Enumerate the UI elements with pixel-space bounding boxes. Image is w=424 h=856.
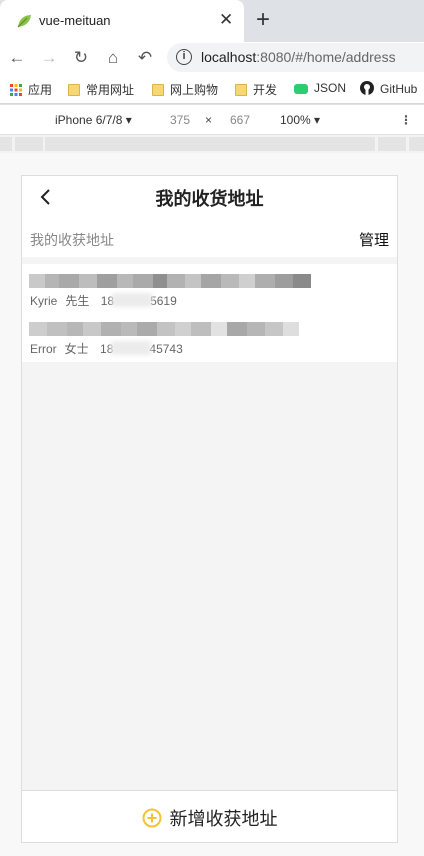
home-icon[interactable]: ⌂ — [102, 47, 124, 69]
folder-icon — [68, 84, 80, 96]
phone-redacted — [111, 341, 152, 355]
device-height[interactable]: 667 — [230, 113, 250, 127]
device-select[interactable]: iPhone 6/7/8 ▾ — [55, 113, 132, 127]
tab-title: vue-meituan — [39, 13, 111, 28]
bookmark-folder-common[interactable]: 常用网址 — [68, 81, 134, 98]
browser-toolbar: ← → ↻ ⌂ ↶ i localhost:8080/#/home/addres… — [0, 42, 424, 74]
close-icon[interactable]: ✕ — [219, 10, 233, 30]
add-address-button[interactable]: 新增收获地址 — [22, 805, 397, 831]
bookmark-label: 常用网址 — [86, 83, 135, 97]
url-path: :8080/#/home/address — [256, 49, 396, 65]
section-header: 我的收获地址 管理 — [22, 221, 397, 257]
reload-icon[interactable]: ↻ — [70, 47, 92, 69]
address-item[interactable]: Error 女士 18 45743 — [22, 312, 397, 360]
zoom-select[interactable]: 100% ▾ — [280, 113, 320, 127]
section-label: 我的收获地址 — [30, 232, 114, 248]
ruler-segment[interactable] — [45, 137, 375, 151]
device-width[interactable]: 375 — [170, 113, 190, 127]
bookmark-label: JSON — [314, 81, 347, 95]
contact-name: Error — [30, 342, 57, 356]
github-icon — [360, 81, 374, 95]
bookmark-label: 应用 — [28, 83, 53, 97]
back-arrow-icon[interactable]: ← — [6, 47, 28, 69]
browser-window: vue-meituan ✕ + ← → ↻ ⌂ ↶ i localhost:80… — [0, 0, 424, 153]
ruler-segment[interactable] — [409, 137, 424, 151]
page-header: 我的收货地址 — [22, 176, 397, 221]
times-sign: × — [205, 113, 213, 127]
address-item[interactable]: Kyrie 先生 18 5619 — [22, 264, 397, 312]
phone-redacted — [112, 293, 153, 307]
bookmark-label: 网上购物 — [170, 83, 219, 97]
bookmark-label: GitHub — [380, 82, 418, 96]
json-icon — [294, 84, 308, 94]
bookmark-label: 开发 — [253, 83, 278, 97]
address-contact: Error 女士 18 45743 — [30, 340, 183, 357]
bookmark-github[interactable]: GitHub — [360, 81, 417, 96]
plus-circle-icon — [142, 808, 161, 828]
folder-icon — [152, 84, 164, 96]
forward-arrow-icon[interactable]: → — [38, 47, 60, 69]
address-list: Kyrie 先生 18 5619 Error 女士 18 45743 — [22, 264, 397, 362]
undo-icon[interactable]: ↶ — [134, 47, 156, 69]
device-toolbar: iPhone 6/7/8 ▾ 375 × 667 100% ▾ ⋮ — [0, 105, 424, 135]
browser-tab[interactable]: vue-meituan ✕ — [0, 0, 244, 42]
address-text-redacted — [29, 322, 299, 336]
apps-grid-icon — [10, 84, 22, 96]
new-tab-icon[interactable]: + — [256, 6, 270, 34]
bookmark-folder-dev[interactable]: 开发 — [235, 81, 277, 98]
contact-title: 女士 — [64, 342, 89, 356]
ruler-segment[interactable] — [15, 137, 43, 151]
footer-bar: 新增收获地址 — [22, 790, 397, 842]
ruler-segment[interactable] — [378, 137, 406, 151]
page-title: 我的收货地址 — [155, 189, 264, 209]
url-text: localhost:8080/#/home/address — [201, 49, 396, 65]
folder-icon — [235, 84, 247, 96]
contact-phone-suffix: 45743 — [149, 342, 183, 356]
bookmark-folder-shopping[interactable]: 网上购物 — [152, 81, 218, 98]
mobile-viewport: 我的收货地址 我的收获地址 管理 Kyrie 先生 18 5619 Error 女士 … — [21, 175, 398, 843]
address-bar[interactable]: i localhost:8080/#/home/address — [167, 43, 424, 72]
info-icon[interactable]: i — [176, 49, 192, 65]
contact-title: 先生 — [65, 294, 90, 308]
tab-strip: vue-meituan ✕ + — [0, 0, 424, 42]
contact-name: Kyrie — [30, 294, 58, 308]
bookmark-json[interactable]: JSON — [294, 81, 346, 95]
bookmark-apps[interactable]: 应用 — [10, 81, 52, 98]
leaf-icon — [17, 15, 31, 28]
bookmarks-bar: 应用 常用网址 网上购物 开发 JSON GitHub — [0, 74, 424, 104]
add-address-label: 新增收获地址 — [169, 809, 278, 829]
media-query-ruler — [0, 135, 424, 153]
more-vertical-icon[interactable]: ⋮ — [400, 113, 412, 127]
contact-phone-suffix: 5619 — [150, 294, 177, 308]
url-host: localhost — [201, 49, 257, 65]
address-contact: Kyrie 先生 18 5619 — [30, 292, 177, 309]
manage-button[interactable]: 管理 — [359, 229, 389, 250]
ruler-segment[interactable] — [0, 137, 12, 151]
address-text-redacted — [29, 274, 311, 288]
